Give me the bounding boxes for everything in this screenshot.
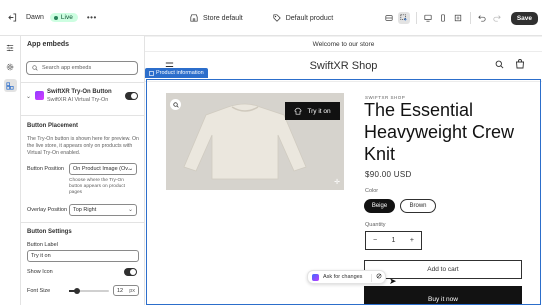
overlay-position-label: Overlay Position bbox=[27, 207, 68, 213]
store-icon bbox=[190, 14, 198, 22]
button-settings-heading: Button Settings bbox=[27, 229, 72, 235]
preview-canvas: Welcome to our store ☰ SwiftXR Shop Prod… bbox=[145, 36, 542, 305]
announcement-bar: Welcome to our store bbox=[145, 37, 542, 52]
section-label-tab[interactable]: Product information bbox=[145, 68, 208, 78]
app-embeds-panel: App embeds Search app embeds ⌄ SwiftXR T… bbox=[21, 36, 145, 305]
button-label-label: Button Label bbox=[27, 242, 58, 248]
app-embed-row[interactable]: ⌄ SwiftXR Try-On Button SwiftXR AI Virtu… bbox=[26, 88, 140, 108]
show-icon-label: Show Icon bbox=[27, 269, 53, 275]
mobile-view-icon[interactable] bbox=[437, 12, 449, 24]
sections-icon[interactable] bbox=[4, 41, 17, 54]
search-placeholder: Search app embeds bbox=[42, 65, 92, 71]
undo-icon[interactable] bbox=[476, 12, 488, 24]
database-icon[interactable] bbox=[383, 12, 395, 24]
overlay-position-value: Top Right bbox=[73, 207, 97, 213]
select-caret-icon: ⌄ bbox=[127, 166, 133, 172]
search-app-embeds-input[interactable]: Search app embeds bbox=[26, 61, 138, 75]
ask-divider bbox=[371, 274, 372, 282]
panel-divider bbox=[21, 115, 144, 116]
overlay-position-select[interactable]: Top Right ⌄ bbox=[69, 204, 137, 216]
button-position-value: On Product Image (Ov... bbox=[73, 166, 133, 172]
product-label: Default product bbox=[285, 14, 334, 22]
panel-divider bbox=[21, 222, 144, 223]
button-position-help: Choose where the Try-On button appears o… bbox=[69, 178, 126, 196]
font-size-slider[interactable] bbox=[69, 288, 109, 294]
font-size-input[interactable]: 12 px bbox=[113, 285, 139, 296]
fullscreen-icon[interactable] bbox=[452, 12, 464, 24]
exit-icon[interactable] bbox=[5, 13, 19, 22]
ask-label: Ask for changes bbox=[323, 274, 363, 280]
show-icon-toggle[interactable] bbox=[124, 268, 137, 276]
font-size-slider-thumb[interactable] bbox=[74, 288, 80, 294]
button-position-label: Button Position bbox=[27, 166, 64, 172]
editor-icon-rail bbox=[0, 36, 21, 305]
toolbar-divider bbox=[469, 12, 471, 24]
font-size-label: Font Size bbox=[27, 288, 51, 294]
storefront-preview: Welcome to our store ☰ SwiftXR Shop Prod… bbox=[145, 37, 542, 305]
button-placement-heading: Button Placement bbox=[27, 123, 79, 129]
panel-divider bbox=[21, 82, 144, 83]
inspector-icon[interactable] bbox=[398, 12, 411, 24]
button-label-value: Try it on bbox=[31, 253, 51, 259]
show-icon-row: Show Icon bbox=[27, 268, 139, 278]
redo-icon[interactable] bbox=[491, 12, 503, 24]
section-icon bbox=[149, 70, 154, 76]
sidekick-icon bbox=[312, 273, 319, 281]
tag-icon bbox=[273, 14, 281, 22]
desktop-view-icon[interactable] bbox=[422, 12, 434, 24]
section-label: Product information bbox=[156, 70, 204, 76]
save-button[interactable]: Save bbox=[510, 11, 538, 25]
swiftxr-app-icon bbox=[35, 91, 44, 100]
live-dot-icon bbox=[53, 15, 58, 20]
font-size-value: 12 bbox=[117, 287, 124, 294]
camera-icon[interactable] bbox=[376, 273, 382, 281]
live-status-badge: Live bbox=[49, 13, 78, 22]
chevron-down-icon[interactable]: ⌄ bbox=[26, 93, 31, 100]
live-badge-label: Live bbox=[60, 14, 73, 21]
font-size-row: Font Size 12 px bbox=[27, 285, 139, 296]
search-icon[interactable] bbox=[495, 60, 504, 72]
app-embed-subtitle: SwiftXR AI Virtual Try-On bbox=[47, 97, 109, 103]
ask-for-changes-bar[interactable]: Ask for changes bbox=[307, 270, 386, 284]
select-caret-icon: ⌄ bbox=[127, 207, 133, 213]
toolbar-divider bbox=[415, 12, 417, 24]
ellipsis-icon[interactable]: ••• bbox=[87, 13, 97, 22]
placement-description: The Try-On button is shown here for prev… bbox=[27, 136, 139, 156]
template-selector[interactable]: Store default bbox=[190, 14, 243, 22]
mouse-cursor-icon: ➤ bbox=[389, 276, 397, 286]
font-size-unit: px bbox=[129, 287, 135, 294]
app-embed-toggle[interactable] bbox=[125, 92, 138, 100]
search-icon bbox=[32, 65, 38, 71]
template-label: Store default bbox=[203, 14, 243, 22]
panel-title: App embeds bbox=[27, 41, 70, 48]
cart-icon[interactable] bbox=[515, 59, 525, 72]
theme-settings-gear-icon[interactable] bbox=[4, 60, 17, 73]
theme-name[interactable]: Dawn bbox=[26, 14, 44, 21]
app-embeds-icon[interactable] bbox=[3, 79, 17, 92]
button-position-select[interactable]: On Product Image (Ov... ⌄ bbox=[69, 163, 137, 175]
product-selector[interactable]: Default product bbox=[273, 14, 333, 22]
app-embed-name: SwiftXR Try-On Button bbox=[47, 89, 112, 95]
button-label-input[interactable]: Try it on bbox=[27, 250, 139, 262]
editor-topbar: Dawn Live ••• Store default Default prod… bbox=[0, 0, 542, 36]
